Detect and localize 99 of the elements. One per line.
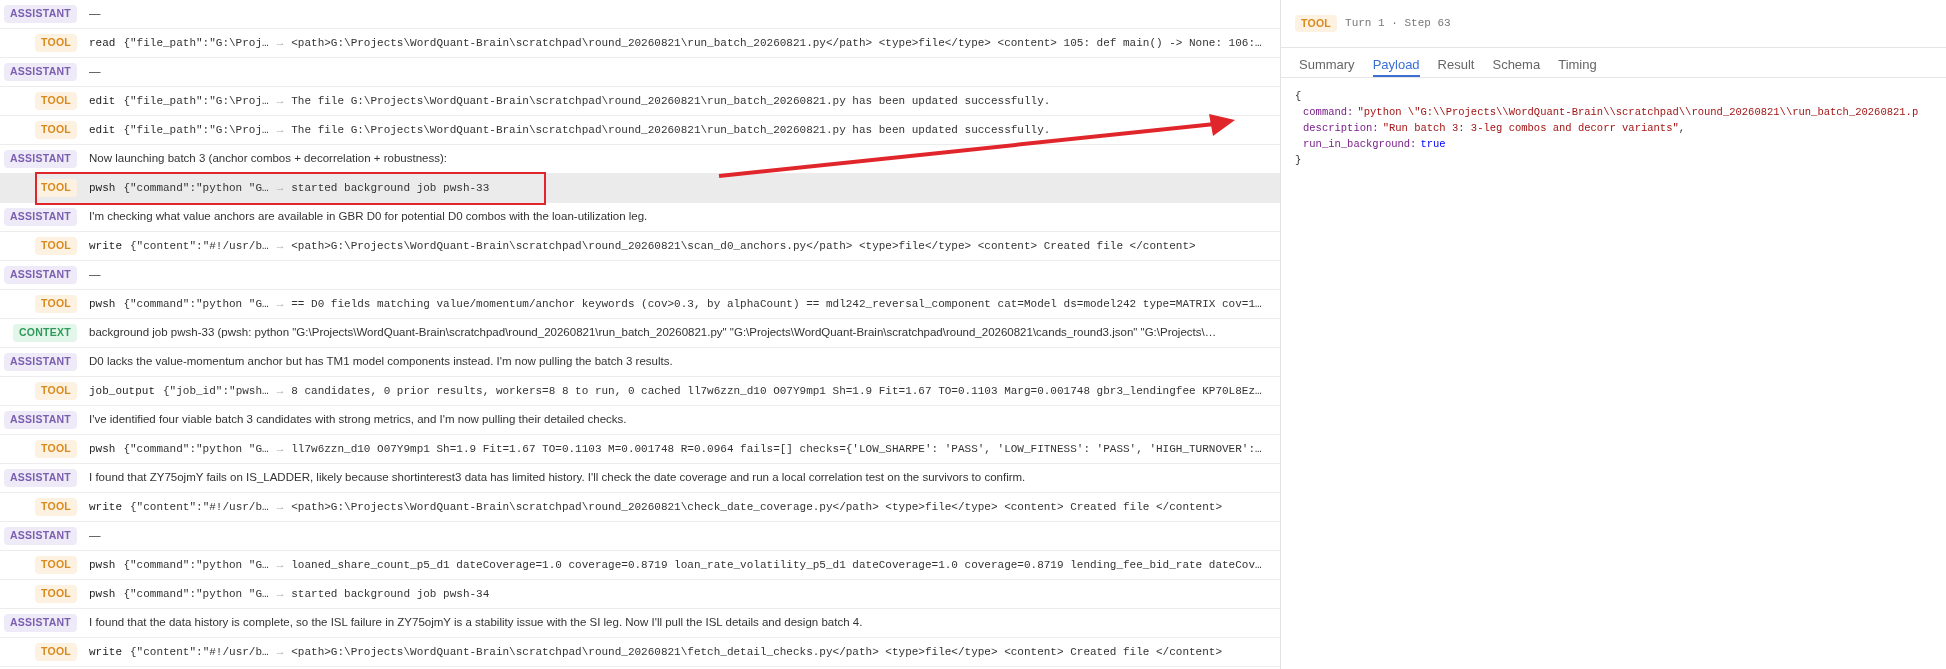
role-badge: ASSISTANT [3, 353, 77, 371]
tool-name: pwsh [89, 586, 116, 602]
tool-args: {"command":"python "G… [123, 180, 269, 196]
result-arrow: → [276, 499, 284, 515]
tool-result: started background job pwsh-33 [291, 180, 490, 196]
tool-result: ll7w6zzn_d10 O07Y9mp1 Sh=1.9 Fit=1.67 TO=0.1103 M=0.001748 R=0.0964 fails=[] checks={'LOW_SHARPE': 'PASS', 'LOW_FITNESS': 'PASS', 'HIGH_TURNOVER':… [291, 441, 1262, 457]
tool-args: {"command":"python "G… [123, 586, 269, 602]
role-badge: ASSISTANT [3, 150, 77, 168]
role-badge: TOOL [34, 585, 77, 603]
message-text: — [89, 64, 101, 80]
role-badge: TOOL [1295, 14, 1338, 33]
panel-tab[interactable]: Result [1437, 54, 1475, 77]
panel-tab[interactable]: Schema [1492, 54, 1541, 77]
message-text: I found that the data history is complete, so the ISL failure in ZY75ojmY is a stability issue with the SI leg. Now I'll pull the ISL details and design batch 4. [89, 615, 863, 631]
tool-args: {"content":"#!/usr/b… [130, 644, 269, 660]
tool-args: {"job_id":"pwsh… [163, 383, 269, 399]
panel-tab[interactable]: Payload [1372, 54, 1420, 77]
code-key: description: [1303, 120, 1379, 136]
role-badge: ASSISTANT [3, 614, 77, 632]
code-comma: , [1678, 121, 1686, 136]
tool-args: {"command":"python "G… [123, 557, 269, 573]
result-arrow: → [276, 238, 284, 254]
tool-result: 8 candidates, 0 prior results, workers=8 8 to run, 0 cached ll7w6zzn_d10 O07Y9mp1 Sh=1.9 Fit=1.67 TO=0.1103 Marg=0.001748 gbr3_lendingfee KP70L8Ez… [291, 383, 1262, 399]
role-badge: TOOL [34, 34, 77, 52]
result-arrow: → [276, 586, 284, 602]
code-brace: { [1295, 89, 1302, 104]
tool-args: {"file_path":"G:\Proj… [123, 93, 269, 109]
tool-name: job_output [89, 383, 155, 399]
role-badge: CONTEXT [13, 324, 77, 342]
tool-name: write [89, 238, 122, 254]
panel-tab[interactable]: Timing [1558, 54, 1597, 77]
tool-name: pwsh [89, 180, 116, 196]
message-text: — [89, 528, 101, 544]
result-arrow: → [276, 122, 284, 138]
tool-name: edit [89, 93, 116, 109]
result-arrow: → [276, 93, 284, 109]
code-value: true [1420, 137, 1446, 152]
code-value: "Run batch 3: 3-leg combos and decorr variants" [1382, 121, 1679, 136]
tool-args: {"command":"python "G… [123, 441, 269, 457]
message-text: I've identified four viable batch 3 candidates with strong metrics, and I'm now pulling their detailed checks. [89, 412, 627, 428]
tool-result: loaned_share_count_p5_d1 dateCoverage=1.0 coverage=0.8719 loan_rate_volatility_p5_d1 dateCoverage=1.0 coverage=0.8719 lending_fee_bid_rate dateCov… [291, 557, 1262, 573]
tool-name: pwsh [89, 441, 116, 457]
role-badge: TOOL [34, 92, 77, 110]
message-text: background job pwsh-33 (pwsh: python "G:\Projects\WordQuant-Brain\scratchpad\round_20260821\run_batch_20260821.py" "G:\Projects\WordQuant-Brain\scratchpad\round_20260821\cands_round3.json" "G:\Projects\… [89, 325, 1217, 341]
tool-result: started background job pwsh-34 [291, 586, 490, 602]
log-row[interactable]: TOOL pwsh {"command":"python "G… → started background job pwsh-33 [0, 174, 1280, 203]
tool-name: write [89, 499, 122, 515]
message-text: I'm checking what value anchors are available in GBR D0 for potential D0 combos with the loan-utilization leg. [89, 209, 648, 225]
tool-result: == D0 fields matching value/momentum/anchor keywords (cov>0.3, by alphaCount) == mdl242_reversal_component cat=Model ds=model242 type=MATRIX cov=1… [291, 296, 1262, 312]
message-text: — [89, 267, 101, 283]
result-arrow: → [276, 180, 284, 196]
tool-name: pwsh [89, 557, 116, 573]
role-badge: ASSISTANT [3, 469, 77, 487]
role-badge: ASSISTANT [3, 266, 77, 284]
role-badge: TOOL [34, 382, 77, 400]
role-badge: TOOL [34, 498, 77, 516]
tool-args: {"command":"python "G… [123, 296, 269, 312]
panel-tab[interactable]: Summary [1299, 54, 1355, 77]
role-badge: ASSISTANT [3, 208, 77, 226]
message-text: Now launching batch 3 (anchor combos + decorrelation + robustness): [89, 151, 447, 167]
tool-result: <path>G:\Projects\WordQuant-Brain\scratchpad\round_20260821\run_batch_20260821.py</path> <type>file</type> <content> 105: def main() -> None: 106:… [291, 35, 1262, 51]
role-badge: TOOL [34, 121, 77, 139]
tool-args: {"content":"#!/usr/b… [130, 499, 269, 515]
code-value: "python \"G:\\Projects\\WordQuant-Brain\\scratchpad\\round_20260821\\run_batch_20260821.p [1357, 105, 1919, 120]
message-text: D0 lacks the value-momentum anchor but has TM1 model components instead. I'm now pulling the batch 3 results. [89, 354, 673, 370]
role-badge: TOOL [34, 295, 77, 313]
role-badge: ASSISTANT [3, 63, 77, 81]
code-brace: } [1295, 153, 1302, 168]
result-arrow: → [276, 383, 284, 399]
result-arrow: → [276, 557, 284, 573]
tool-result: <path>G:\Projects\WordQuant-Brain\scratchpad\round_20260821\check_date_coverage.py</path> <type>file</type> <content> Created file </content> [291, 499, 1222, 515]
role-badge: TOOL [34, 556, 77, 574]
result-arrow: → [276, 35, 284, 51]
message-text: I found that ZY75ojmY fails on IS_LADDER, likely because shortinterest3 data has limited history. I'll check the date coverage and run a local correlation test on the survivors to confirm. [89, 470, 1026, 486]
role-badge: ASSISTANT [3, 527, 77, 545]
tool-args: {"file_path":"G:\Proj… [123, 122, 269, 138]
tool-name: pwsh [89, 296, 116, 312]
result-arrow: → [276, 296, 284, 312]
tool-args: {"file_path":"G:\Proj… [123, 35, 269, 51]
tool-name: read [89, 35, 116, 51]
role-badge: TOOL [34, 237, 77, 255]
role-badge: TOOL [34, 440, 77, 458]
tool-args: {"content":"#!/usr/b… [130, 238, 269, 254]
tool-result: The file G:\Projects\WordQuant-Brain\scratchpad\round_20260821\run_batch_20260821.py has been updated successfully. [291, 122, 1051, 138]
message-text: — [89, 6, 101, 22]
role-badge: ASSISTANT [3, 411, 77, 429]
tool-name: edit [89, 122, 116, 138]
role-badge: ASSISTANT [3, 5, 77, 23]
role-badge: TOOL [34, 643, 77, 661]
result-arrow: → [276, 441, 284, 457]
result-arrow: → [276, 644, 284, 660]
code-key: run_in_background: [1303, 136, 1417, 152]
tool-result: The file G:\Projects\WordQuant-Brain\scratchpad\round_20260821\run_batch_20260821.py has been updated successfully. [291, 93, 1051, 109]
tool-result: <path>G:\Projects\WordQuant-Brain\scratchpad\round_20260821\fetch_detail_checks.py</path> <type>file</type> <content> Created file </content> [291, 644, 1222, 660]
tool-result: <path>G:\Projects\WordQuant-Brain\scratchpad\round_20260821\scan_d0_anchors.py</path> <type>file</type> <content> Created file </content> [291, 238, 1196, 254]
step-label: Turn 1 · Step 63 [1345, 16, 1451, 32]
code-key: command: [1303, 104, 1354, 120]
role-badge: TOOL [34, 179, 77, 197]
tool-name: write [89, 644, 122, 660]
